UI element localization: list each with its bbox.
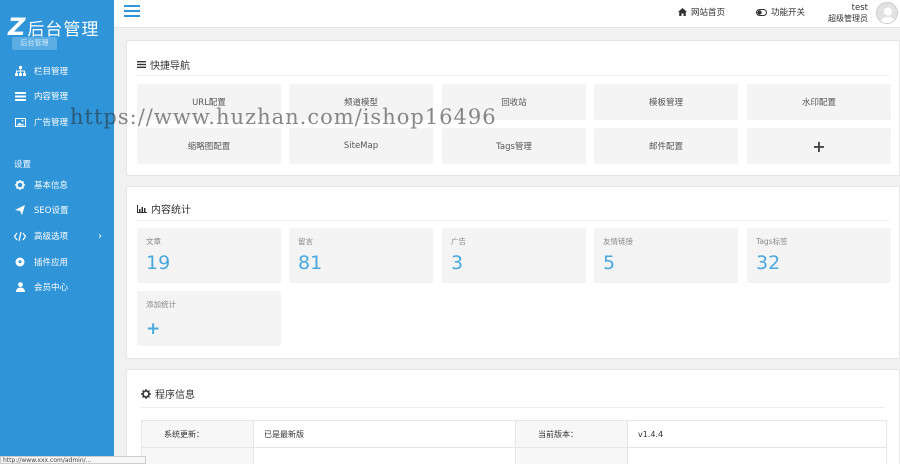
sidebar-item-advanced[interactable]: 高级选项 ›	[0, 226, 114, 246]
table-cell: 当前版本：	[515, 420, 628, 448]
sidebar-item-content[interactable]: 内容管理	[0, 86, 114, 106]
feature-toggle-link[interactable]: 功能开关	[756, 6, 805, 18]
divider	[137, 75, 889, 76]
sidebar-item-columns[interactable]: 栏目管理	[0, 61, 114, 81]
stat-label: Tags标签	[756, 237, 788, 246]
logo-title: 后台管理	[27, 19, 100, 40]
stat-value: 32	[756, 252, 781, 274]
sidebar-item-label: 基本信息	[34, 181, 69, 191]
stat-value: 5	[603, 252, 616, 274]
stat-value: 3	[451, 252, 464, 274]
sidebar-item-label: 广告管理	[34, 118, 69, 128]
sidebar-item-seo[interactable]: SEO设置	[0, 200, 114, 220]
code-icon	[14, 230, 26, 242]
quick-nav-channel-model[interactable]: 频道模型	[289, 84, 433, 120]
program-info-title-text: 程序信息	[155, 390, 195, 401]
sidebar-item-label: 会员中心	[34, 283, 69, 293]
quick-nav-watermark-config[interactable]: 水印配置	[747, 84, 891, 120]
quick-nav-add-button[interactable]: +	[747, 128, 891, 164]
image-icon	[14, 116, 26, 128]
table-cell: v1.4.4	[627, 420, 887, 448]
site-home-label: 网站首页	[691, 8, 726, 18]
list-icon	[14, 90, 26, 102]
avatar[interactable]	[876, 2, 898, 24]
quick-nav-title: 快捷导航	[137, 57, 190, 72]
table-row: 系统更新： 已是最新版 当前版本： v1.4.4	[141, 420, 887, 448]
sidebar-item-label: 插件应用	[34, 258, 69, 268]
list-icon	[137, 61, 146, 68]
stat-label: 留言	[298, 237, 313, 246]
content-stats-title-text: 内容统计	[151, 205, 191, 216]
gear-icon	[14, 179, 26, 191]
bar-chart-icon	[137, 204, 147, 213]
program-info-panel: 程序信息 系统更新： 已是最新版 当前版本： v1.4.4	[126, 369, 900, 464]
stat-label: 添加统计	[146, 300, 176, 309]
stat-card-tags[interactable]: Tags标签 32	[747, 228, 891, 283]
table-cell: 系统更新：	[141, 420, 254, 448]
stat-value: 81	[298, 252, 323, 274]
table-cell	[141, 447, 254, 464]
stat-card-ads[interactable]: 广告 3	[442, 228, 586, 283]
quick-nav-thumbnail-config[interactable]: 缩略图配置	[137, 128, 281, 164]
divider	[141, 407, 885, 408]
quick-nav-tags-manage[interactable]: Tags管理	[442, 128, 586, 164]
site-home-link[interactable]: 网站首页	[678, 6, 725, 18]
stat-label: 文章	[146, 237, 161, 246]
quick-nav-title-text: 快捷导航	[150, 61, 190, 72]
content-stats-title: 内容统计	[137, 201, 191, 216]
stat-label: 广告	[451, 237, 466, 246]
sidebar-item-label: SEO设置	[34, 206, 69, 216]
sidebar-item-plugins[interactable]: 插件应用	[0, 252, 114, 272]
chevron-right-icon: ›	[98, 230, 102, 242]
menu-toggle-icon[interactable]	[124, 5, 140, 19]
plus-icon: +	[146, 319, 161, 339]
stat-label: 友情链接	[603, 237, 633, 246]
table-row	[141, 447, 887, 464]
gear-icon	[141, 388, 151, 399]
table-cell: 已是最新版	[253, 420, 516, 448]
soccer-ball-icon	[14, 256, 26, 268]
topbar: 网站首页 功能开关 test 超级管理员	[114, 0, 900, 28]
add-stat-button[interactable]: 添加统计 +	[137, 291, 281, 346]
user-name[interactable]: test	[852, 3, 868, 13]
stat-card-links[interactable]: 友情链接 5	[594, 228, 738, 283]
table-cell	[627, 447, 887, 464]
divider	[137, 220, 889, 221]
toggle-icon	[756, 8, 767, 16]
sidebar-item-label: 高级选项	[34, 232, 69, 242]
logo-letter: Z	[8, 13, 26, 41]
home-icon	[678, 8, 687, 16]
stat-card-messages[interactable]: 留言 81	[289, 228, 433, 283]
program-info-title: 程序信息	[141, 386, 195, 401]
quick-nav-url-config[interactable]: URL配置	[137, 84, 281, 120]
sidebar-section-title: 设置	[14, 160, 32, 170]
paper-plane-icon	[14, 204, 26, 216]
sitemap-icon	[14, 65, 26, 77]
sidebar-item-label: 栏目管理	[34, 67, 69, 77]
sidebar-item-label: 内容管理	[34, 92, 69, 102]
stat-value: 19	[146, 252, 171, 274]
sidebar-item-members[interactable]: 会员中心	[0, 277, 114, 297]
quick-nav-mail-config[interactable]: 邮件配置	[594, 128, 738, 164]
program-info-table: 系统更新： 已是最新版 当前版本： v1.4.4	[141, 420, 887, 464]
quick-nav-recycle-bin[interactable]: 回收站	[442, 84, 586, 120]
stat-card-articles[interactable]: 文章 19	[137, 228, 281, 283]
user-icon	[14, 281, 26, 293]
quick-nav-panel: 快捷导航 URL配置 频道模型 回收站 模板管理 水印配置 缩略图配置 Site…	[126, 40, 900, 176]
quick-nav-template-manage[interactable]: 模板管理	[594, 84, 738, 120]
table-cell	[253, 447, 516, 464]
quick-nav-sitemap[interactable]: SiteMap	[289, 128, 433, 164]
browser-status-bar: http://www.xxx.com/admin/...	[0, 456, 146, 464]
content-stats-panel: 内容统计 文章 19 留言 81 广告 3 友情链接 5 Tags标签 32 添…	[126, 186, 900, 359]
user-role: 超级管理员	[828, 14, 868, 23]
table-cell	[515, 447, 628, 464]
logo-badge: 后台管理	[12, 37, 57, 50]
sidebar-item-ads[interactable]: 广告管理	[0, 112, 114, 132]
sidebar: Z 后台管理 后台管理 栏目管理 内容管理 广告管理 设置 基本信息 SEO设置	[0, 0, 114, 464]
feature-toggle-label: 功能开关	[771, 8, 806, 18]
sidebar-item-basic-info[interactable]: 基本信息	[0, 175, 114, 195]
